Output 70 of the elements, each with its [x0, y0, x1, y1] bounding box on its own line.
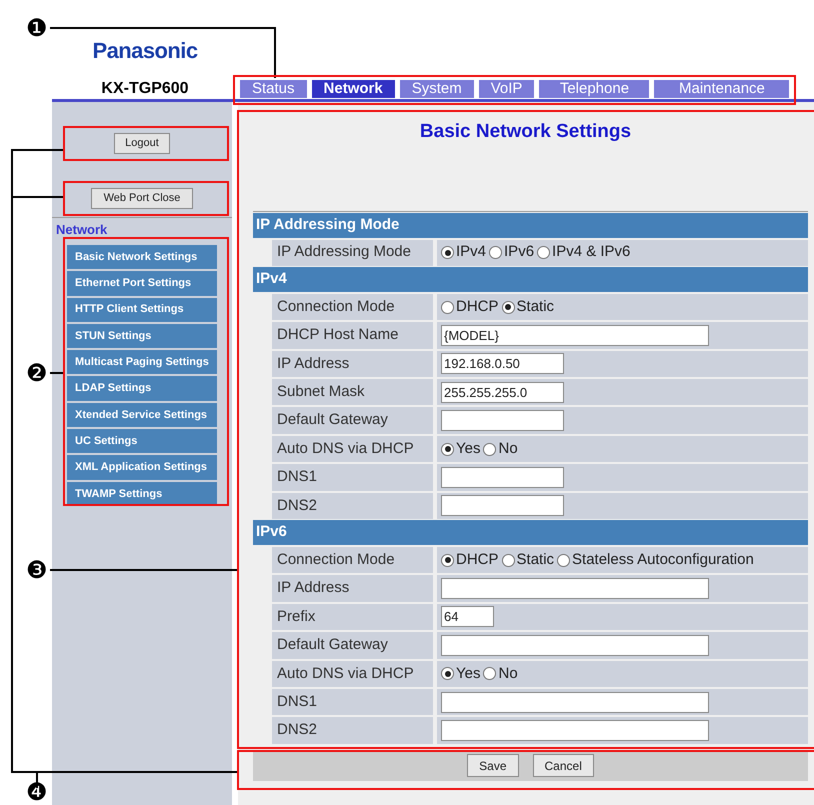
- text-field[interactable]: [441, 692, 709, 713]
- field-label: Default Gateway: [272, 407, 433, 434]
- radio-option[interactable]: No: [483, 438, 518, 460]
- field-label: Default Gateway: [272, 632, 433, 659]
- field-label: DHCP Host Name: [272, 322, 433, 349]
- text-field[interactable]: 64: [441, 606, 494, 628]
- radio-option[interactable]: DHCP: [441, 548, 499, 572]
- field-label: DNS2: [272, 492, 433, 520]
- text-field[interactable]: 192.168.0.50: [441, 353, 564, 374]
- field-label: DNS1: [272, 688, 433, 716]
- sidebar-heading: Network: [56, 222, 108, 238]
- sidebar-item[interactable]: STUN Settings: [67, 324, 217, 348]
- field-label: IP Addressing Mode: [272, 240, 433, 266]
- text-field[interactable]: [441, 410, 564, 432]
- radio-option[interactable]: Yes: [441, 438, 480, 460]
- radio-option[interactable]: IPv6: [489, 241, 534, 264]
- field-label: Prefix: [272, 604, 433, 630]
- nav-tab[interactable]: Maintenance: [654, 80, 790, 98]
- field-label: IP Address: [272, 350, 433, 378]
- field-label: Connection Mode: [272, 547, 433, 574]
- sidebar-item[interactable]: XML Application Settings: [67, 455, 217, 480]
- section-header: IP Addressing Mode: [253, 212, 808, 238]
- save-button[interactable]: Save: [467, 754, 518, 778]
- callout-number: ❹: [26, 780, 48, 804]
- web-port-close-button[interactable]: Web Port Close: [90, 188, 194, 209]
- callout-number: ❶: [26, 16, 48, 40]
- field-label: DNS1: [272, 464, 433, 491]
- section-header: IPv4: [253, 266, 808, 292]
- sidebar-item[interactable]: HTTP Client Settings: [67, 298, 217, 322]
- sidebar-item[interactable]: TWAMP Settings: [67, 482, 217, 506]
- logout-button[interactable]: Logout: [114, 133, 170, 154]
- radio-option[interactable]: Stateless Autoconfiguration: [557, 548, 754, 572]
- radio-option[interactable]: IPv4 & IPv6: [537, 241, 630, 264]
- text-field[interactable]: [441, 466, 564, 488]
- field-label: Auto DNS via DHCP: [272, 660, 433, 687]
- sidebar-item[interactable]: Ethernet Port Settings: [67, 271, 217, 296]
- sidebar-item[interactable]: Multicast Paging Settings: [67, 350, 217, 374]
- field-label: Auto DNS via DHCP: [272, 436, 433, 462]
- text-field[interactable]: [441, 578, 709, 600]
- field-label: DNS2: [272, 717, 433, 744]
- nav-tab[interactable]: Status: [240, 80, 307, 98]
- radio-option[interactable]: IPv4: [441, 241, 486, 264]
- radio-option[interactable]: DHCP: [441, 296, 499, 318]
- sidebar-item[interactable]: Basic Network Settings: [67, 245, 217, 270]
- field-label: IP Address: [272, 575, 433, 602]
- section-header: IPv6: [253, 520, 808, 546]
- nav-tab[interactable]: Network: [312, 80, 395, 98]
- sidebar-item[interactable]: UC Settings: [67, 429, 217, 454]
- cancel-button[interactable]: Cancel: [532, 754, 594, 778]
- sidebar-item[interactable]: LDAP Settings: [67, 376, 217, 401]
- radio-option[interactable]: Static: [502, 296, 554, 318]
- text-field[interactable]: [441, 720, 709, 742]
- sidebar-item[interactable]: Xtended Service Settings: [67, 402, 217, 428]
- callout-number: ❸: [26, 558, 48, 582]
- nav-tab[interactable]: System: [400, 80, 474, 98]
- text-field[interactable]: {MODEL}: [441, 324, 709, 346]
- nav-tab[interactable]: Telephone: [539, 80, 650, 98]
- field-label: Subnet Mask: [272, 379, 433, 406]
- callout-number: ❷: [26, 361, 48, 385]
- radio-option[interactable]: No: [483, 662, 518, 686]
- field-label: Connection Mode: [272, 294, 433, 320]
- text-field[interactable]: 255.255.255.0: [441, 382, 564, 403]
- radio-option[interactable]: Static: [502, 548, 554, 572]
- nav-tab[interactable]: VoIP: [478, 80, 534, 98]
- model-name: KX-TGP600: [101, 79, 189, 99]
- radio-option[interactable]: Yes: [441, 662, 480, 686]
- page-title: Basic Network Settings: [418, 120, 632, 144]
- text-field[interactable]: [441, 495, 564, 516]
- text-field[interactable]: [441, 634, 709, 656]
- brand-logo: Panasonic: [92, 40, 198, 62]
